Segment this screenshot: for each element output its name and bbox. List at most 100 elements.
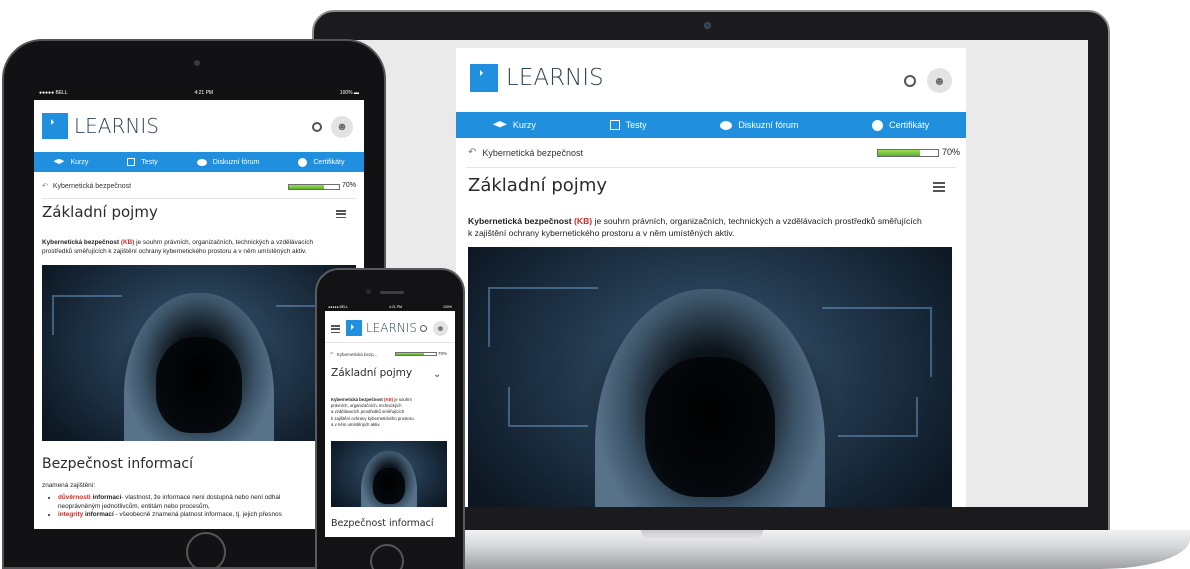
badge-icon: [872, 119, 884, 131]
bullet-text: - všeobecně znamená platnost informace, …: [115, 511, 282, 518]
chat-bubbles-icon: [196, 158, 207, 166]
section-title: Bezpečnost informací: [331, 518, 434, 529]
main-nav: Kurzy Testy Diskuzní fórum Certifikáty: [34, 152, 364, 172]
divider: [42, 198, 356, 199]
status-bar: ●●●●● BELL 4:21 PM 100% ▬: [34, 86, 364, 100]
intro-abbr: (KB): [574, 216, 593, 226]
intro-text: k zajištění ochrany kybernetického prost…: [468, 228, 735, 238]
intro-paragraph: Kybernetická bezpečnost (KB) je souhrn p…: [468, 215, 958, 239]
search-icon[interactable]: [420, 325, 427, 332]
menu-icon[interactable]: [331, 325, 340, 333]
hooded-face: [156, 337, 242, 433]
carrier: ●●●●● BELL: [328, 305, 349, 309]
circuit-line: [838, 397, 918, 437]
nav-item-certifikaty[interactable]: Certifikáty: [298, 157, 345, 167]
search-icon[interactable]: [904, 75, 916, 87]
progress-percent: 70%: [438, 351, 448, 356]
menu-icon[interactable]: [336, 210, 346, 218]
progress-bar: [395, 352, 437, 356]
breadcrumb[interactable]: ↶ Kybernetická bezpečnost: [468, 147, 583, 158]
breadcrumb-label: Kybernetická bezpečnost: [52, 182, 132, 190]
nav-item-forum[interactable]: Diskuzní fórum: [196, 158, 260, 166]
nav-item-testy[interactable]: Testy: [609, 120, 647, 130]
main-nav: Kurzy Testy Diskuzní fórum Certifikáty: [456, 112, 966, 138]
back-arrow-icon: ↶: [330, 351, 334, 356]
user-avatar-icon[interactable]: ☻: [433, 321, 448, 336]
intro-abbr: (KB): [384, 397, 394, 402]
nav-label: Testy: [625, 120, 647, 130]
status-time: 4:21 PM: [194, 90, 214, 96]
progress-fill: [396, 353, 424, 355]
hooded-face: [645, 357, 775, 497]
phone-speaker: [380, 291, 404, 294]
intro-text: a vzdělávacích prostředků směřujících: [331, 409, 405, 415]
breadcrumb[interactable]: ↶ Kybernetická bezp...: [330, 351, 378, 357]
back-arrow-icon: ↶: [42, 183, 48, 190]
nav-item-kurzy[interactable]: Kurzy: [492, 120, 536, 130]
intro-term: Kybernetická bezpečnost: [331, 397, 383, 402]
nav-label: Diskuzní fórum: [738, 120, 799, 130]
page-title: Základní pojmy: [42, 203, 158, 221]
bullet-bold: informací: [85, 511, 114, 518]
intro-text: je souhrn právních, organizačních, techn…: [594, 216, 922, 226]
battery-label: 100%: [443, 305, 452, 309]
hero-image: [331, 441, 447, 507]
user-avatar-icon[interactable]: ☻: [331, 116, 353, 138]
intro-text: právních, organizačních, technických: [331, 403, 402, 409]
circuit-line: [52, 295, 122, 335]
phone-screen: ●●●●● BELL 4:21 PM 100% LEARNIS ☻ ↶ Kybe…: [325, 303, 455, 537]
intro-term: Kybernetická bezpečnost: [42, 239, 120, 246]
divider: [466, 167, 956, 168]
progress-bar: [288, 184, 340, 190]
back-arrow-icon: ↶: [468, 147, 477, 158]
bullet-term: integrity: [58, 511, 84, 518]
logo[interactable]: LEARNIS: [42, 113, 159, 139]
logo[interactable]: LEARNIS: [470, 64, 604, 92]
hero-image: [468, 247, 952, 507]
menu-icon[interactable]: [933, 182, 945, 192]
battery-label: 100%: [339, 90, 353, 96]
status-time: 4:21 PM: [389, 305, 403, 309]
progress-percent: 70%: [942, 147, 961, 157]
laptop-camera: [704, 22, 711, 29]
laptop-notch: [641, 530, 763, 540]
nav-item-forum[interactable]: Diskuzní fórum: [720, 120, 798, 130]
nav-item-testy[interactable]: Testy: [127, 158, 158, 166]
carrier-label: BELL: [339, 305, 349, 309]
logo-play-icon: [470, 64, 498, 92]
logo-play-icon: [42, 113, 68, 139]
circuit-line: [488, 287, 598, 347]
intro-paragraph: Kybernetická bezpečnost (KB) je souhrn p…: [331, 397, 453, 428]
intro-text: je souhrn: [394, 397, 412, 402]
nav-label: Diskuzní fórum: [212, 158, 260, 166]
phone-camera: [366, 289, 371, 294]
intro-abbr: (KB): [120, 239, 135, 246]
nav-label: Certifikáty: [313, 158, 345, 166]
progress-fill: [289, 185, 324, 189]
progress-fill: [878, 150, 920, 156]
search-icon[interactable]: [312, 122, 322, 132]
bullet-bold: informací: [92, 494, 122, 501]
section-intro: znamená zajištění:: [42, 482, 96, 489]
breadcrumb-label: Kybernetická bezpečnost: [482, 147, 583, 158]
nav-item-kurzy[interactable]: Kurzy: [53, 158, 89, 166]
chevron-down-icon[interactable]: ⌄: [433, 369, 441, 380]
section-title: Bezpečnost informací: [42, 456, 194, 472]
logo-text: LEARNIS: [366, 321, 417, 335]
logo-text: LEARNIS: [74, 114, 159, 138]
logo[interactable]: LEARNIS: [346, 320, 417, 336]
user-avatar-icon[interactable]: ☻: [927, 68, 952, 93]
bullet-text: - vlastnost, že informace není dostupná …: [121, 494, 281, 501]
nav-label: Kurzy: [70, 158, 89, 166]
laptop-page: LEARNIS ☻ Kurzy Testy Diskuzní fórum Cer…: [456, 48, 966, 507]
tablet-home-button[interactable]: [186, 532, 226, 569]
divider: [325, 342, 455, 343]
nav-item-certifikaty[interactable]: Certifikáty: [872, 119, 929, 131]
tablet-camera: [194, 60, 200, 66]
intro-text: je souhrn právních, organizačních, techn…: [136, 239, 314, 246]
breadcrumb[interactable]: ↶ Kybernetická bezpečnost: [42, 182, 132, 191]
hooded-face: [373, 468, 405, 504]
battery-status: 100% ▬: [339, 90, 359, 96]
carrier: ●●●●● BELL: [39, 90, 68, 96]
page-title: Základní pojmy: [331, 367, 413, 379]
